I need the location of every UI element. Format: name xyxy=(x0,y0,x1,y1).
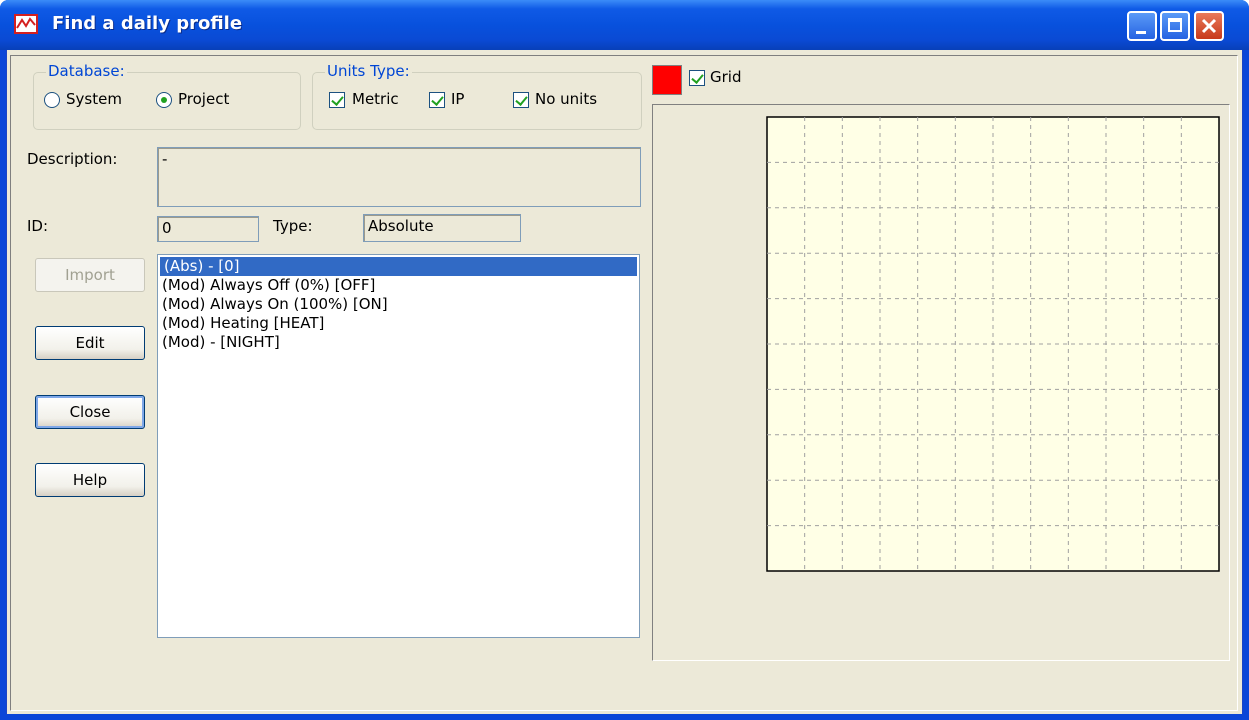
maximize-button[interactable] xyxy=(1160,11,1190,41)
units-type-group: Units Type: Metric IP No units xyxy=(312,62,642,130)
title-bar[interactable]: Find a daily profile xyxy=(0,0,1249,50)
type-field: Absolute xyxy=(363,214,521,242)
database-group-label: Database: xyxy=(46,62,127,80)
import-button[interactable]: Import xyxy=(35,258,145,292)
window-title: Find a daily profile xyxy=(52,13,243,34)
close-button[interactable]: Close xyxy=(35,395,145,429)
id-field: 0 xyxy=(157,216,259,242)
list-item[interactable]: (Abs) - [0] xyxy=(160,257,637,276)
dialog-window: Find a daily profile Database: System Pr… xyxy=(0,0,1249,720)
line-color-swatch[interactable] xyxy=(652,65,682,95)
no-units-checkbox-label[interactable]: No units xyxy=(535,90,597,108)
list-item[interactable]: (Mod) Heating [HEAT] xyxy=(158,314,639,333)
grid-checkbox-label[interactable]: Grid xyxy=(710,68,741,86)
description-field: - xyxy=(157,147,641,207)
ip-checkbox-label[interactable]: IP xyxy=(451,90,464,108)
type-label: Type: xyxy=(273,217,313,235)
profile-graph-icon xyxy=(14,14,38,34)
maximize-icon xyxy=(1168,18,1182,32)
grid-checkbox[interactable] xyxy=(689,70,705,86)
project-radio[interactable] xyxy=(156,92,172,108)
close-window-button[interactable] xyxy=(1194,11,1224,41)
units-type-group-label: Units Type: xyxy=(325,62,412,80)
ip-checkbox[interactable] xyxy=(429,92,445,108)
metric-checkbox-label[interactable]: Metric xyxy=(352,90,399,108)
database-group: Database: System Project xyxy=(33,62,301,130)
chart-panel xyxy=(652,104,1230,661)
list-item[interactable]: (Mod) - [NIGHT] xyxy=(158,333,639,352)
list-item[interactable]: (Mod) Always Off (0%) [OFF] xyxy=(158,276,639,295)
dialog-body: Database: System Project Units Type: Met… xyxy=(6,50,1243,714)
list-item[interactable]: (Mod) Always On (100%) [ON] xyxy=(158,295,639,314)
profile-listbox[interactable]: (Abs) - [0] (Mod) Always Off (0%) [OFF] … xyxy=(157,254,640,638)
minimize-button[interactable] xyxy=(1127,11,1157,41)
help-button[interactable]: Help xyxy=(35,463,145,497)
system-radio[interactable] xyxy=(44,92,60,108)
no-units-checkbox[interactable] xyxy=(513,92,529,108)
metric-checkbox[interactable] xyxy=(329,92,345,108)
project-radio-label[interactable]: Project xyxy=(178,90,229,108)
description-label: Description: xyxy=(27,150,118,168)
edit-button[interactable]: Edit xyxy=(35,326,145,360)
id-label: ID: xyxy=(27,217,49,235)
system-radio-label[interactable]: System xyxy=(66,90,122,108)
close-icon xyxy=(1201,18,1217,34)
profile-chart xyxy=(766,116,1220,572)
minimize-icon xyxy=(1136,31,1146,34)
